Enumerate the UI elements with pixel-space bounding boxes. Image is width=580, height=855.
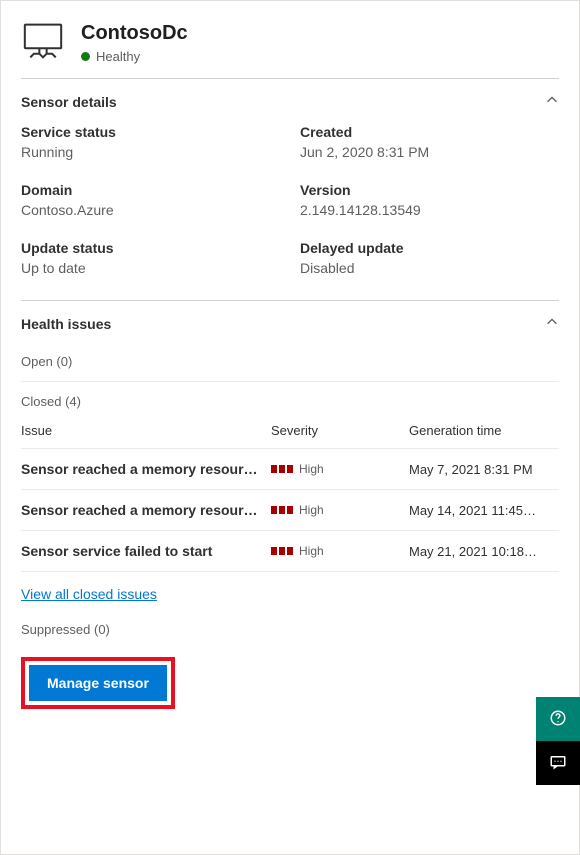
severity-text: High	[299, 503, 324, 517]
field-value: Jun 2, 2020 8:31 PM	[300, 144, 559, 160]
severity-cell: High	[271, 462, 401, 476]
feedback-button[interactable]	[536, 741, 580, 785]
field-update-status: Update status Up to date	[21, 240, 280, 276]
field-label: Created	[300, 124, 559, 140]
severity-cell: High	[271, 503, 401, 517]
open-issues-count: Open (0)	[21, 342, 559, 377]
field-domain: Domain Contoso.Azure	[21, 182, 280, 218]
col-generation-time: Generation time	[409, 423, 559, 438]
col-issue: Issue	[21, 423, 263, 438]
help-button[interactable]	[536, 697, 580, 741]
manage-sensor-button[interactable]: Manage sensor	[29, 665, 167, 701]
chevron-up-icon	[545, 93, 559, 110]
sensor-detail-panel: ContosoDc Healthy Sensor details Service…	[0, 0, 580, 855]
issue-name: Sensor reached a memory resource limit	[21, 461, 263, 477]
severity-high-icon	[271, 547, 293, 555]
field-value: Disabled	[300, 260, 559, 276]
issue-row[interactable]: Sensor reached a memory resource limit H…	[21, 490, 559, 531]
chevron-up-icon	[545, 315, 559, 332]
issue-name: Sensor service failed to start	[21, 543, 263, 559]
floating-side-buttons	[536, 697, 580, 785]
page-title: ContosoDc	[81, 21, 188, 45]
status-text: Healthy	[96, 49, 140, 64]
highlight-box: Manage sensor	[21, 657, 175, 709]
field-value: Running	[21, 144, 280, 160]
health-status: Healthy	[81, 49, 188, 64]
generation-time: May 7, 2021 8:31 PM	[409, 462, 559, 477]
issues-table-header: Issue Severity Generation time	[21, 417, 559, 449]
section-title: Health issues	[21, 316, 111, 332]
section-title: Sensor details	[21, 94, 117, 110]
field-label: Domain	[21, 182, 280, 198]
severity-high-icon	[271, 465, 293, 473]
field-value: Up to date	[21, 260, 280, 276]
field-version: Version 2.149.14128.13549	[300, 182, 559, 218]
view-all-closed-link[interactable]: View all closed issues	[21, 586, 157, 602]
severity-high-icon	[271, 506, 293, 514]
severity-text: High	[299, 462, 324, 476]
computer-icon	[21, 21, 65, 64]
field-value: Contoso.Azure	[21, 202, 280, 218]
issue-row[interactable]: Sensor service failed to start High May …	[21, 531, 559, 572]
issue-row[interactable]: Sensor reached a memory resource limit H…	[21, 449, 559, 490]
severity-text: High	[299, 544, 324, 558]
field-label: Service status	[21, 124, 280, 140]
field-label: Update status	[21, 240, 280, 256]
field-delayed-update: Delayed update Disabled	[300, 240, 559, 276]
section-header-sensor-details[interactable]: Sensor details	[21, 79, 559, 120]
field-label: Delayed update	[300, 240, 559, 256]
generation-time: May 21, 2021 10:18…	[409, 544, 559, 559]
issue-name: Sensor reached a memory resource limit	[21, 502, 263, 518]
field-created: Created Jun 2, 2020 8:31 PM	[300, 124, 559, 160]
panel-header: ContosoDc Healthy	[21, 21, 559, 64]
closed-issues-count: Closed (4)	[21, 382, 559, 417]
section-header-health-issues[interactable]: Health issues	[21, 301, 559, 342]
status-dot-icon	[81, 52, 90, 61]
severity-cell: High	[271, 544, 401, 558]
field-label: Version	[300, 182, 559, 198]
field-value: 2.149.14128.13549	[300, 202, 559, 218]
generation-time: May 14, 2021 11:45…	[409, 503, 559, 518]
suppressed-issues-count: Suppressed (0)	[21, 610, 559, 645]
feedback-icon	[549, 753, 567, 774]
col-severity: Severity	[271, 423, 401, 438]
help-icon	[549, 709, 567, 730]
field-service-status: Service status Running	[21, 124, 280, 160]
sensor-details-grid: Service status Running Created Jun 2, 20…	[21, 120, 559, 300]
